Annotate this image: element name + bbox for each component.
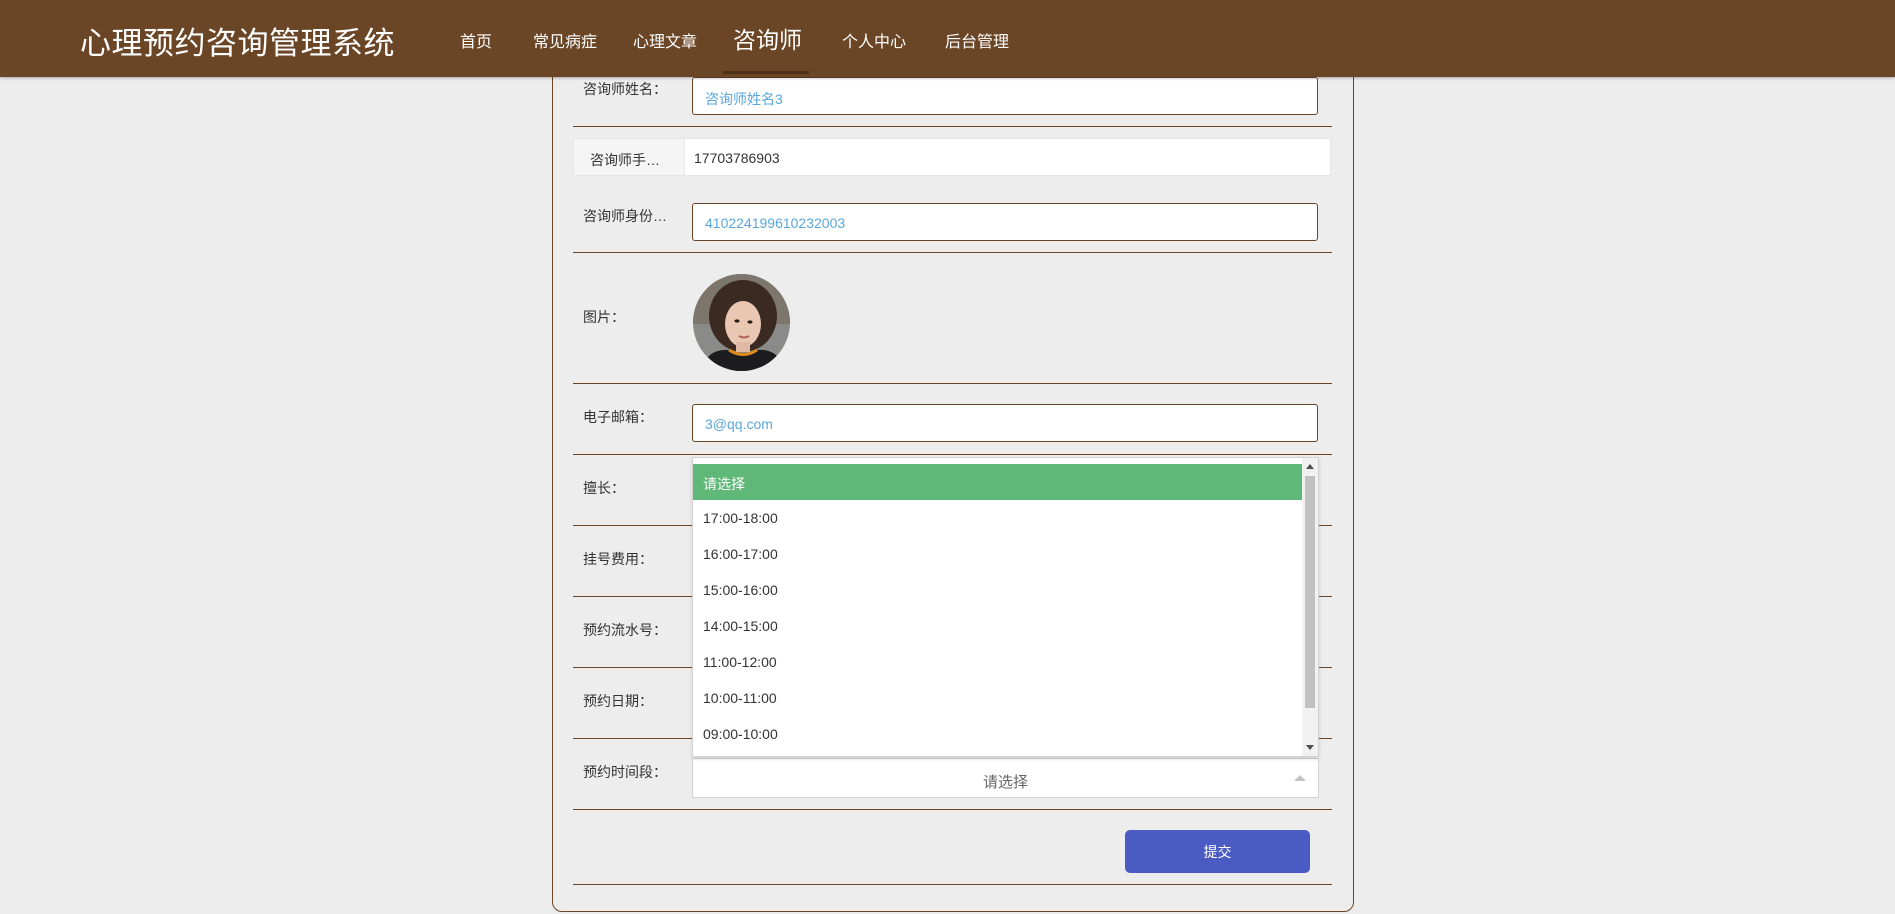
id-card-label: 咨询师身份… [583,208,667,224]
row-divider [573,884,1332,885]
nav-admin[interactable]: 后台管理 [945,28,1009,52]
row-divider [573,383,1332,384]
dropdown-scrollbar[interactable] [1302,458,1318,756]
time-slot-option[interactable]: 11:00-12:00 [693,644,1303,680]
time-slot-select[interactable]: 请选择 [692,758,1319,798]
nav-home[interactable]: 首页 [460,28,492,52]
row-divider [573,126,1332,127]
time-slot-option[interactable]: 请选择 [693,464,1303,500]
nav-articles[interactable]: 心理文章 [633,28,697,52]
counselor-avatar [693,274,790,371]
time-slot-option[interactable]: 17:00-18:00 [693,500,1303,536]
row-divider [573,454,1332,455]
time-slot-dropdown[interactable]: 请选择 17:00-18:00 16:00-17:00 15:00-16:00 … [692,457,1319,757]
nav-common-conditions[interactable]: 常见病症 [533,28,597,52]
time-slot-option[interactable]: 14:00-15:00 [693,608,1303,644]
date-label: 预约日期： [583,693,653,709]
avatar-image [693,274,790,371]
scroll-down-arrow-icon[interactable] [1306,745,1314,750]
scrollbar-thumb[interactable] [1305,476,1315,708]
fee-label: 挂号费用： [583,551,653,567]
submit-button[interactable]: 提交 [1125,830,1310,873]
time-slot-option[interactable]: 15:00-16:00 [693,572,1303,608]
phone-label: 咨询师手… [590,152,660,168]
name-label: 咨询师姓名： [583,81,667,97]
nav-personal-center[interactable]: 个人中心 [842,28,906,52]
caret-up-icon [1294,775,1306,781]
nav-counselors[interactable]: 咨询师 [733,21,802,55]
app-title: 心理预约咨询管理系统 [80,26,395,61]
time-slot-option[interactable]: 16:00-17:00 [693,536,1303,572]
specialty-label: 擅长： [583,480,625,496]
row-divider [573,809,1332,810]
email-field[interactable]: 3@qq.com [692,404,1318,442]
scroll-up-arrow-icon[interactable] [1306,464,1314,469]
phone-row: 咨询师手… 17703786903 [573,138,1331,176]
name-field[interactable]: 咨询师姓名3 [692,77,1318,115]
serial-number-label: 预约流水号： [583,622,667,638]
time-slot-option[interactable]: 09:00-10:00 [693,716,1303,752]
email-label: 电子邮箱： [583,409,653,425]
photo-label: 图片： [583,309,625,325]
phone-field[interactable]: 17703786903 [684,139,1330,175]
time-slot-label: 预约时间段： [583,764,667,780]
active-nav-indicator [723,71,809,74]
time-slot-select-value: 请选择 [982,774,1028,791]
time-slot-option[interactable]: 10:00-11:00 [693,680,1303,716]
top-navbar: 心理预约咨询管理系统 首页 常见病症 心理文章 咨询师 个人中心 后台管理 [0,0,1895,77]
row-divider [573,252,1332,253]
id-card-field[interactable]: 410224199610232003 [692,203,1318,241]
